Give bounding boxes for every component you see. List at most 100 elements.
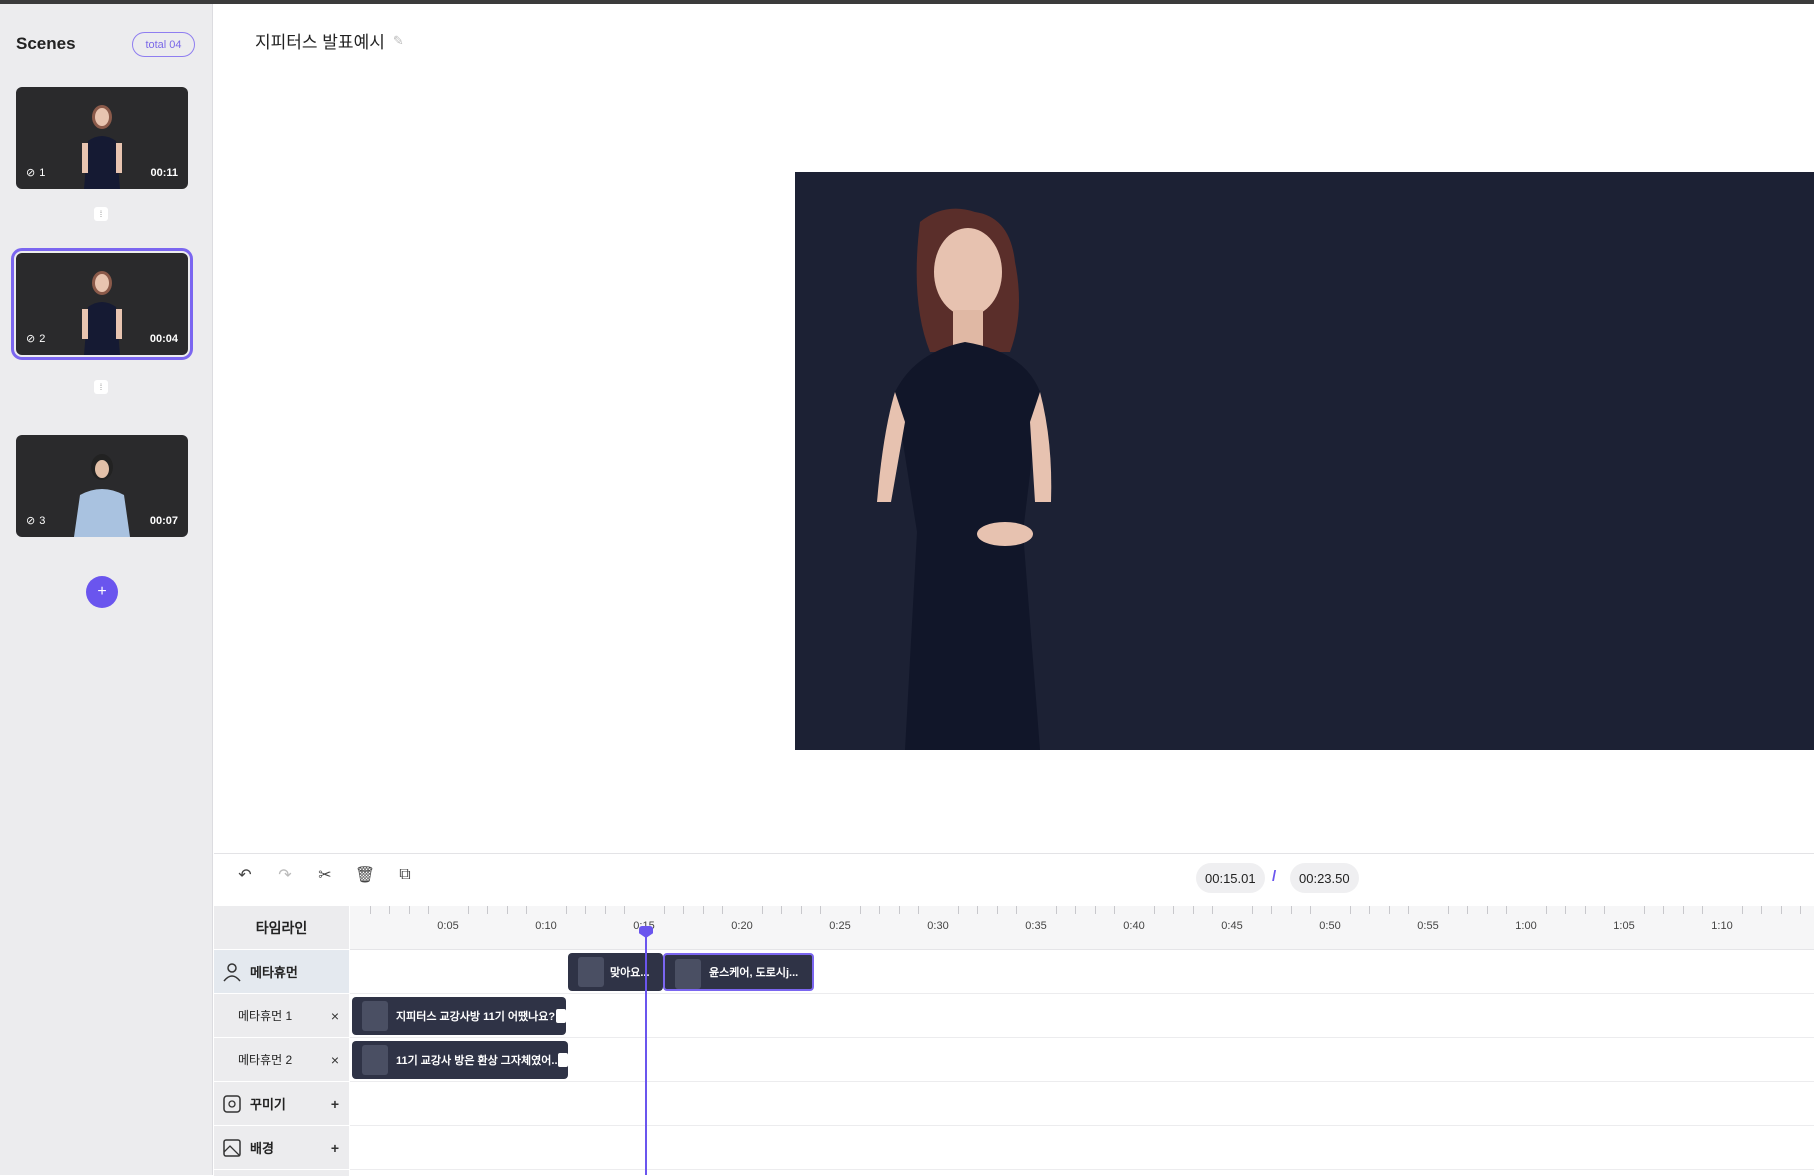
ruler-label: 0:10 xyxy=(535,920,557,932)
woman-avatar-thumbnail xyxy=(82,105,122,189)
ruler-tick xyxy=(1369,906,1371,914)
clip-metahuman-b[interactable]: 윤스케어, 도로시j... xyxy=(663,953,814,991)
ruler-label: 0:20 xyxy=(731,920,753,932)
timeline-grid: 0:050:100:150:200:250:300:350:400:450:50… xyxy=(350,906,1814,1176)
ruler-tick xyxy=(781,906,783,914)
ruler-tick xyxy=(1604,906,1606,914)
track-background[interactable]: 배경 + xyxy=(214,1126,349,1170)
scenes-sidebar: Scenes total 04 ⊘1 00:11 ⁞ ⊘2 00:04 ⁞ xyxy=(0,4,213,1175)
ruler-tick xyxy=(389,906,391,914)
time-separator: / xyxy=(1272,868,1277,885)
scene-card-2[interactable]: ⊘ 2 00:04 xyxy=(11,248,193,360)
ruler-tick xyxy=(1584,906,1586,914)
ruler-label: 0:05 xyxy=(437,920,459,932)
track-metahuman[interactable]: 메타휴먼 xyxy=(214,950,349,994)
scenes-total-badge: total 04 xyxy=(132,32,195,57)
ruler-tick xyxy=(1545,906,1547,914)
ruler-tick xyxy=(1192,906,1194,914)
ruler-tick xyxy=(1016,906,1018,914)
ruler-tick xyxy=(820,906,822,914)
window-top-bar xyxy=(0,0,1814,4)
project-title[interactable]: 지피터스 발표예시 ✎ xyxy=(255,28,404,53)
ruler-label: 0:50 xyxy=(1319,920,1341,932)
background-icon xyxy=(223,1139,241,1157)
scene-number: ⊘ 1 xyxy=(26,166,46,180)
ruler-tick xyxy=(1055,906,1057,914)
remove-track-button[interactable]: × xyxy=(331,1052,339,1068)
add-scene-button[interactable]: + xyxy=(86,576,118,608)
redo-icon[interactable]: ↷ xyxy=(274,864,296,886)
current-time: 00:15.01 xyxy=(1196,863,1265,893)
scene-number: ⊘ 3 xyxy=(26,514,46,528)
ruler-tick xyxy=(369,906,371,914)
transition-handle[interactable]: ⁞ xyxy=(94,207,108,221)
add-decoration-button[interactable]: + xyxy=(331,1096,339,1112)
undo-icon[interactable]: ↶ xyxy=(234,864,256,886)
ruler-tick xyxy=(604,906,606,914)
track-labels: 타임라인 메타휴먼 메타휴먼 1 × 메타휴먼 2 × 꾸미기 + 배경 + xyxy=(214,906,349,1176)
timeline-panel: ↶ ↷ ✂ 🗑 ⧉ 00:15.01 / 00:23.50 타임라인 메타휴먼 … xyxy=(214,853,1814,1176)
ruler-tick xyxy=(565,906,567,914)
scene-duration: 00:04 xyxy=(149,333,178,345)
clip-resize-handle[interactable] xyxy=(558,1053,568,1067)
ruler-tick xyxy=(1663,906,1665,914)
ruler-tick xyxy=(1800,906,1802,914)
ruler-tick xyxy=(1349,906,1351,914)
ruler-tick xyxy=(624,906,626,914)
ruler-tick xyxy=(1094,906,1096,914)
scene-card-3[interactable]: ⊘ 3 00:07 xyxy=(16,435,188,537)
clip-metahuman-a[interactable]: 맞아요... xyxy=(568,953,663,991)
track-metahuman-2[interactable]: 메타휴먼 2 × xyxy=(214,1038,349,1082)
ruler-label: 1:05 xyxy=(1613,920,1635,932)
layers-icon: ⊘ xyxy=(26,333,36,345)
remove-track-button[interactable]: × xyxy=(331,1008,339,1024)
cut-icon[interactable]: ✂ xyxy=(314,864,336,886)
woman-avatar-figure xyxy=(877,208,1052,750)
ruler-tick xyxy=(467,906,469,914)
ruler-label: 0:40 xyxy=(1123,920,1145,932)
ruler-tick xyxy=(1173,906,1175,914)
track-decoration[interactable]: 꾸미기 + xyxy=(214,1082,349,1126)
ruler-tick xyxy=(800,906,802,914)
timeline-header: 타임라인 xyxy=(214,906,349,950)
layers-icon: ⊘ xyxy=(26,515,36,527)
timeline-toolbar: ↶ ↷ ✂ 🗑 ⧉ xyxy=(234,864,416,886)
clip-metahuman-2[interactable]: 11기 교강사 방은 환상 그자체였어... xyxy=(352,1041,568,1079)
clip-resize-handle[interactable] xyxy=(556,1009,566,1023)
person-icon xyxy=(223,963,241,982)
track-row-metahuman: 맞아요... 윤스케어, 도로시j... xyxy=(350,950,1814,994)
ruler-tick xyxy=(1761,906,1763,914)
ruler-tick xyxy=(957,906,959,914)
video-preview[interactable] xyxy=(795,172,1814,750)
track-row-metahuman-2: 11기 교강사 방은 환상 그자체였어... xyxy=(350,1038,1814,1082)
ruler-tick xyxy=(1290,906,1292,914)
ruler-tick xyxy=(898,906,900,914)
ruler-tick xyxy=(526,906,528,914)
transition-handle[interactable]: ⁞ xyxy=(94,380,108,394)
ruler-tick xyxy=(1153,906,1155,914)
clip-metahuman-1[interactable]: 지피터스 교강사방 11기 어땠나요? xyxy=(352,997,566,1035)
clip-thumbnail xyxy=(362,1045,388,1075)
pencil-icon[interactable]: ✎ xyxy=(393,33,404,49)
ruler-tick xyxy=(1741,906,1743,914)
ruler-tick xyxy=(1643,906,1645,914)
total-time: 00:23.50 xyxy=(1290,863,1359,893)
delete-icon[interactable]: 🗑 xyxy=(354,864,376,886)
add-background-button[interactable]: + xyxy=(331,1140,339,1156)
scenes-title: Scenes xyxy=(16,34,76,53)
scene-card-1[interactable]: ⊘ 1 00:11 xyxy=(16,87,188,189)
ruler-tick xyxy=(1447,906,1449,914)
track-metahuman-1[interactable]: 메타휴먼 1 × xyxy=(214,994,349,1038)
ruler-tick xyxy=(918,906,920,914)
playhead-line[interactable] xyxy=(645,926,647,1175)
ruler-tick xyxy=(1682,906,1684,914)
time-ruler[interactable]: 0:050:100:150:200:250:300:350:400:450:50… xyxy=(350,906,1814,950)
ruler-tick xyxy=(859,906,861,914)
track-row-decoration xyxy=(350,1082,1814,1126)
duplicate-icon[interactable]: ⧉ xyxy=(394,864,416,886)
ruler-tick xyxy=(702,906,704,914)
ruler-tick xyxy=(1114,906,1116,914)
ruler-tick xyxy=(487,906,489,914)
ruler-tick xyxy=(1467,906,1469,914)
ruler-label: 0:35 xyxy=(1025,920,1047,932)
